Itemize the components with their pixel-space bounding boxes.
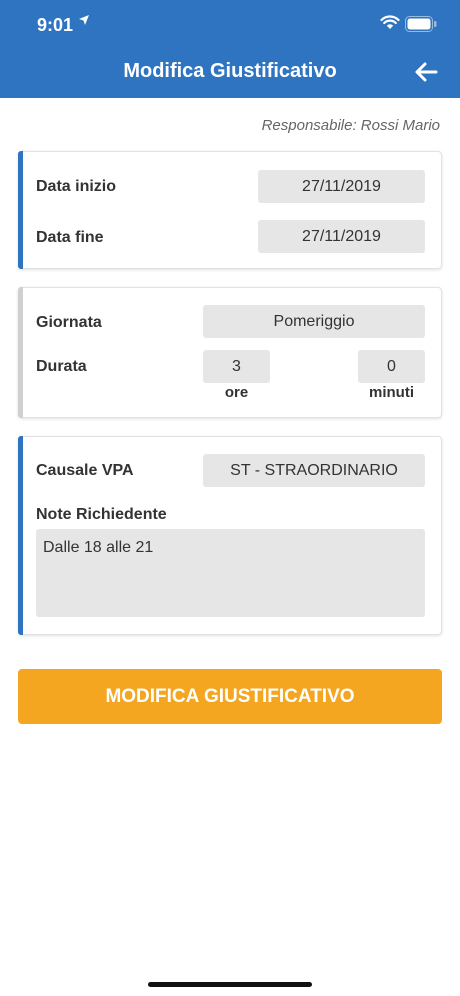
- hours-unit-label: ore: [224, 384, 249, 401]
- home-indicator[interactable]: [148, 982, 312, 987]
- duration-label: Durata: [36, 358, 87, 375]
- day-label: Giornata: [36, 314, 102, 331]
- hours-field[interactable]: 3: [203, 350, 270, 383]
- end-date-field[interactable]: 27/11/2019: [258, 220, 425, 253]
- status-bar: 9:01: [0, 0, 460, 50]
- end-date-label: Data fine: [36, 229, 104, 246]
- battery-icon: [405, 16, 437, 32]
- causale-label: Causale VPA: [36, 462, 134, 479]
- card-accent-bar: [18, 436, 23, 635]
- start-date-field[interactable]: 27/11/2019: [258, 170, 425, 203]
- day-select[interactable]: Pomeriggio: [203, 305, 425, 338]
- start-date-label: Data inizio: [36, 178, 117, 195]
- notes-textarea[interactable]: Dalle 18 alle 21: [36, 529, 425, 617]
- responsabile-label: Responsabile: Rossi Mario: [261, 117, 440, 134]
- minutes-unit-label: minuti: [369, 384, 414, 401]
- back-arrow-icon[interactable]: [412, 60, 440, 84]
- dates-card: Data inizio 27/11/2019 Data fine 27/11/2…: [18, 151, 442, 269]
- minutes-field[interactable]: 0: [358, 350, 425, 383]
- card-accent-bar: [18, 151, 23, 269]
- status-time: 9:01: [37, 15, 74, 35]
- wifi-icon: [380, 15, 400, 29]
- card-accent-bar: [18, 287, 23, 418]
- duration-card: Giornata Pomeriggio Durata 3 ore 0 minut…: [18, 287, 442, 418]
- causale-select[interactable]: ST - STRAORDINARIO: [203, 454, 425, 487]
- location-arrow-icon: [79, 15, 89, 25]
- page-title: Modifica Giustificativo: [123, 60, 337, 82]
- reason-card: Causale VPA ST - STRAORDINARIO Note Rich…: [18, 436, 442, 635]
- modifica-giustificativo-button[interactable]: MODIFICA GIUSTIFICATIVO: [18, 669, 442, 724]
- app-header: 9:01 Modifica Giustificativo: [0, 0, 460, 98]
- notes-label: Note Richiedente: [36, 506, 167, 523]
